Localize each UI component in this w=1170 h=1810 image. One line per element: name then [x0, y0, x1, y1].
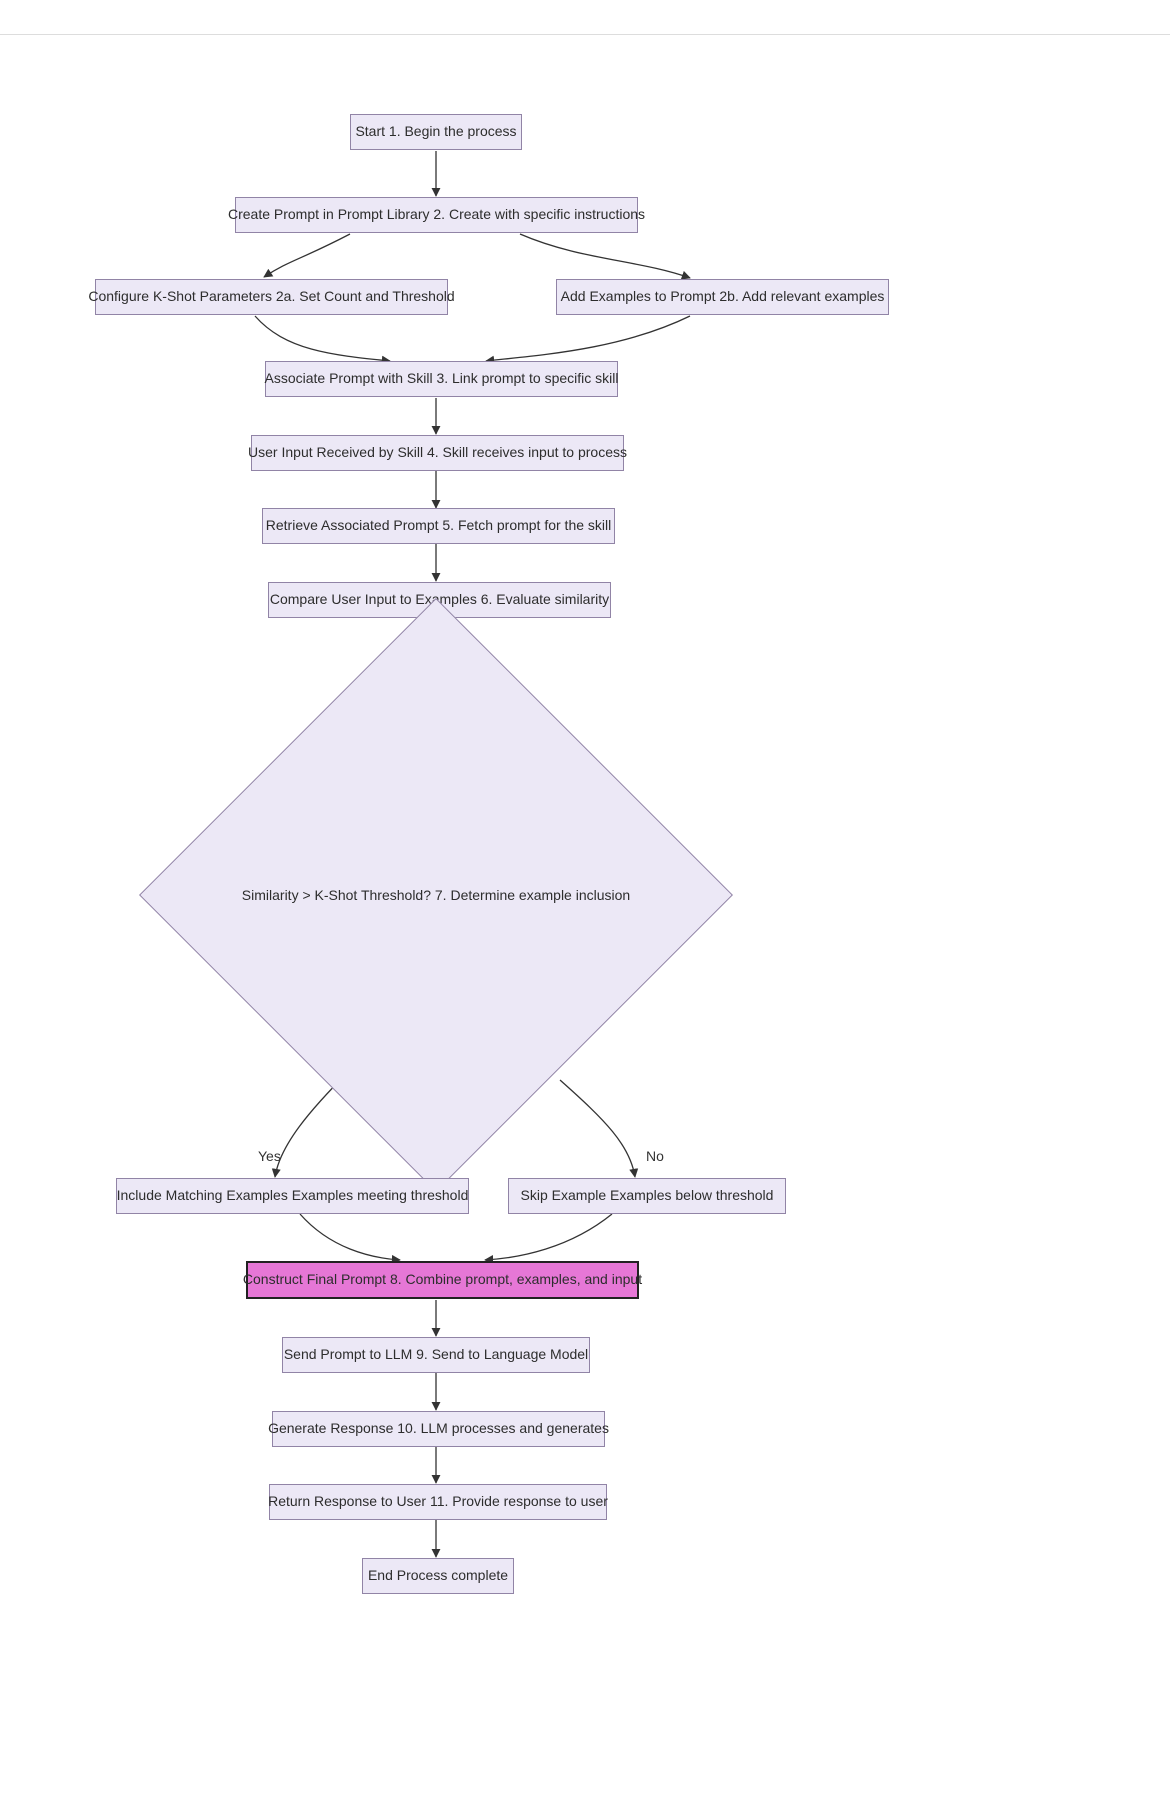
node-create-prompt: Create Prompt in Prompt Library 2. Creat…	[235, 197, 638, 233]
diamond-shape	[139, 598, 733, 1192]
node-construct-final: Construct Final Prompt 8. Combine prompt…	[246, 1261, 639, 1299]
node-label: Retrieve Associated Prompt 5. Fetch prom…	[266, 517, 611, 535]
node-label: End Process complete	[368, 1567, 508, 1585]
node-skip-example: Skip Example Examples below threshold	[508, 1178, 786, 1214]
node-user-input: User Input Received by Skill 4. Skill re…	[251, 435, 624, 471]
node-label: Add Examples to Prompt 2b. Add relevant …	[561, 288, 885, 306]
node-associate-skill: Associate Prompt with Skill 3. Link prom…	[265, 361, 618, 397]
node-start: Start 1. Begin the process	[350, 114, 522, 150]
node-label: Create Prompt in Prompt Library 2. Creat…	[228, 206, 645, 224]
node-return-response: Return Response to User 11. Provide resp…	[269, 1484, 607, 1520]
node-configure-kshot: Configure K-Shot Parameters 2a. Set Coun…	[95, 279, 448, 315]
node-label: Associate Prompt with Skill 3. Link prom…	[265, 370, 619, 388]
node-label: Construct Final Prompt 8. Combine prompt…	[243, 1271, 642, 1289]
node-generate-response: Generate Response 10. LLM processes and …	[272, 1411, 605, 1447]
node-add-examples: Add Examples to Prompt 2b. Add relevant …	[556, 279, 889, 315]
node-include-examples: Include Matching Examples Examples meeti…	[116, 1178, 469, 1214]
edge-label-yes: Yes	[258, 1148, 281, 1164]
node-label: User Input Received by Skill 4. Skill re…	[248, 444, 627, 462]
node-label: Generate Response 10. LLM processes and …	[268, 1420, 609, 1438]
node-decision: Similarity > K-Shot Threshold? 7. Determ…	[226, 685, 646, 1105]
node-label: Include Matching Examples Examples meeti…	[117, 1187, 469, 1205]
node-label: Return Response to User 11. Provide resp…	[268, 1493, 608, 1511]
node-label: Start 1. Begin the process	[355, 123, 516, 141]
node-label: Configure K-Shot Parameters 2a. Set Coun…	[88, 288, 454, 306]
top-separator	[0, 34, 1170, 35]
node-retrieve-prompt: Retrieve Associated Prompt 5. Fetch prom…	[262, 508, 615, 544]
node-label: Send Prompt to LLM 9. Send to Language M…	[284, 1346, 588, 1364]
node-end: End Process complete	[362, 1558, 514, 1594]
node-send-llm: Send Prompt to LLM 9. Send to Language M…	[282, 1337, 590, 1373]
flowchart-canvas: Start 1. Begin the process Create Prompt…	[0, 0, 1170, 1810]
node-label: Skip Example Examples below threshold	[521, 1187, 774, 1205]
edge-label-no: No	[646, 1148, 664, 1164]
